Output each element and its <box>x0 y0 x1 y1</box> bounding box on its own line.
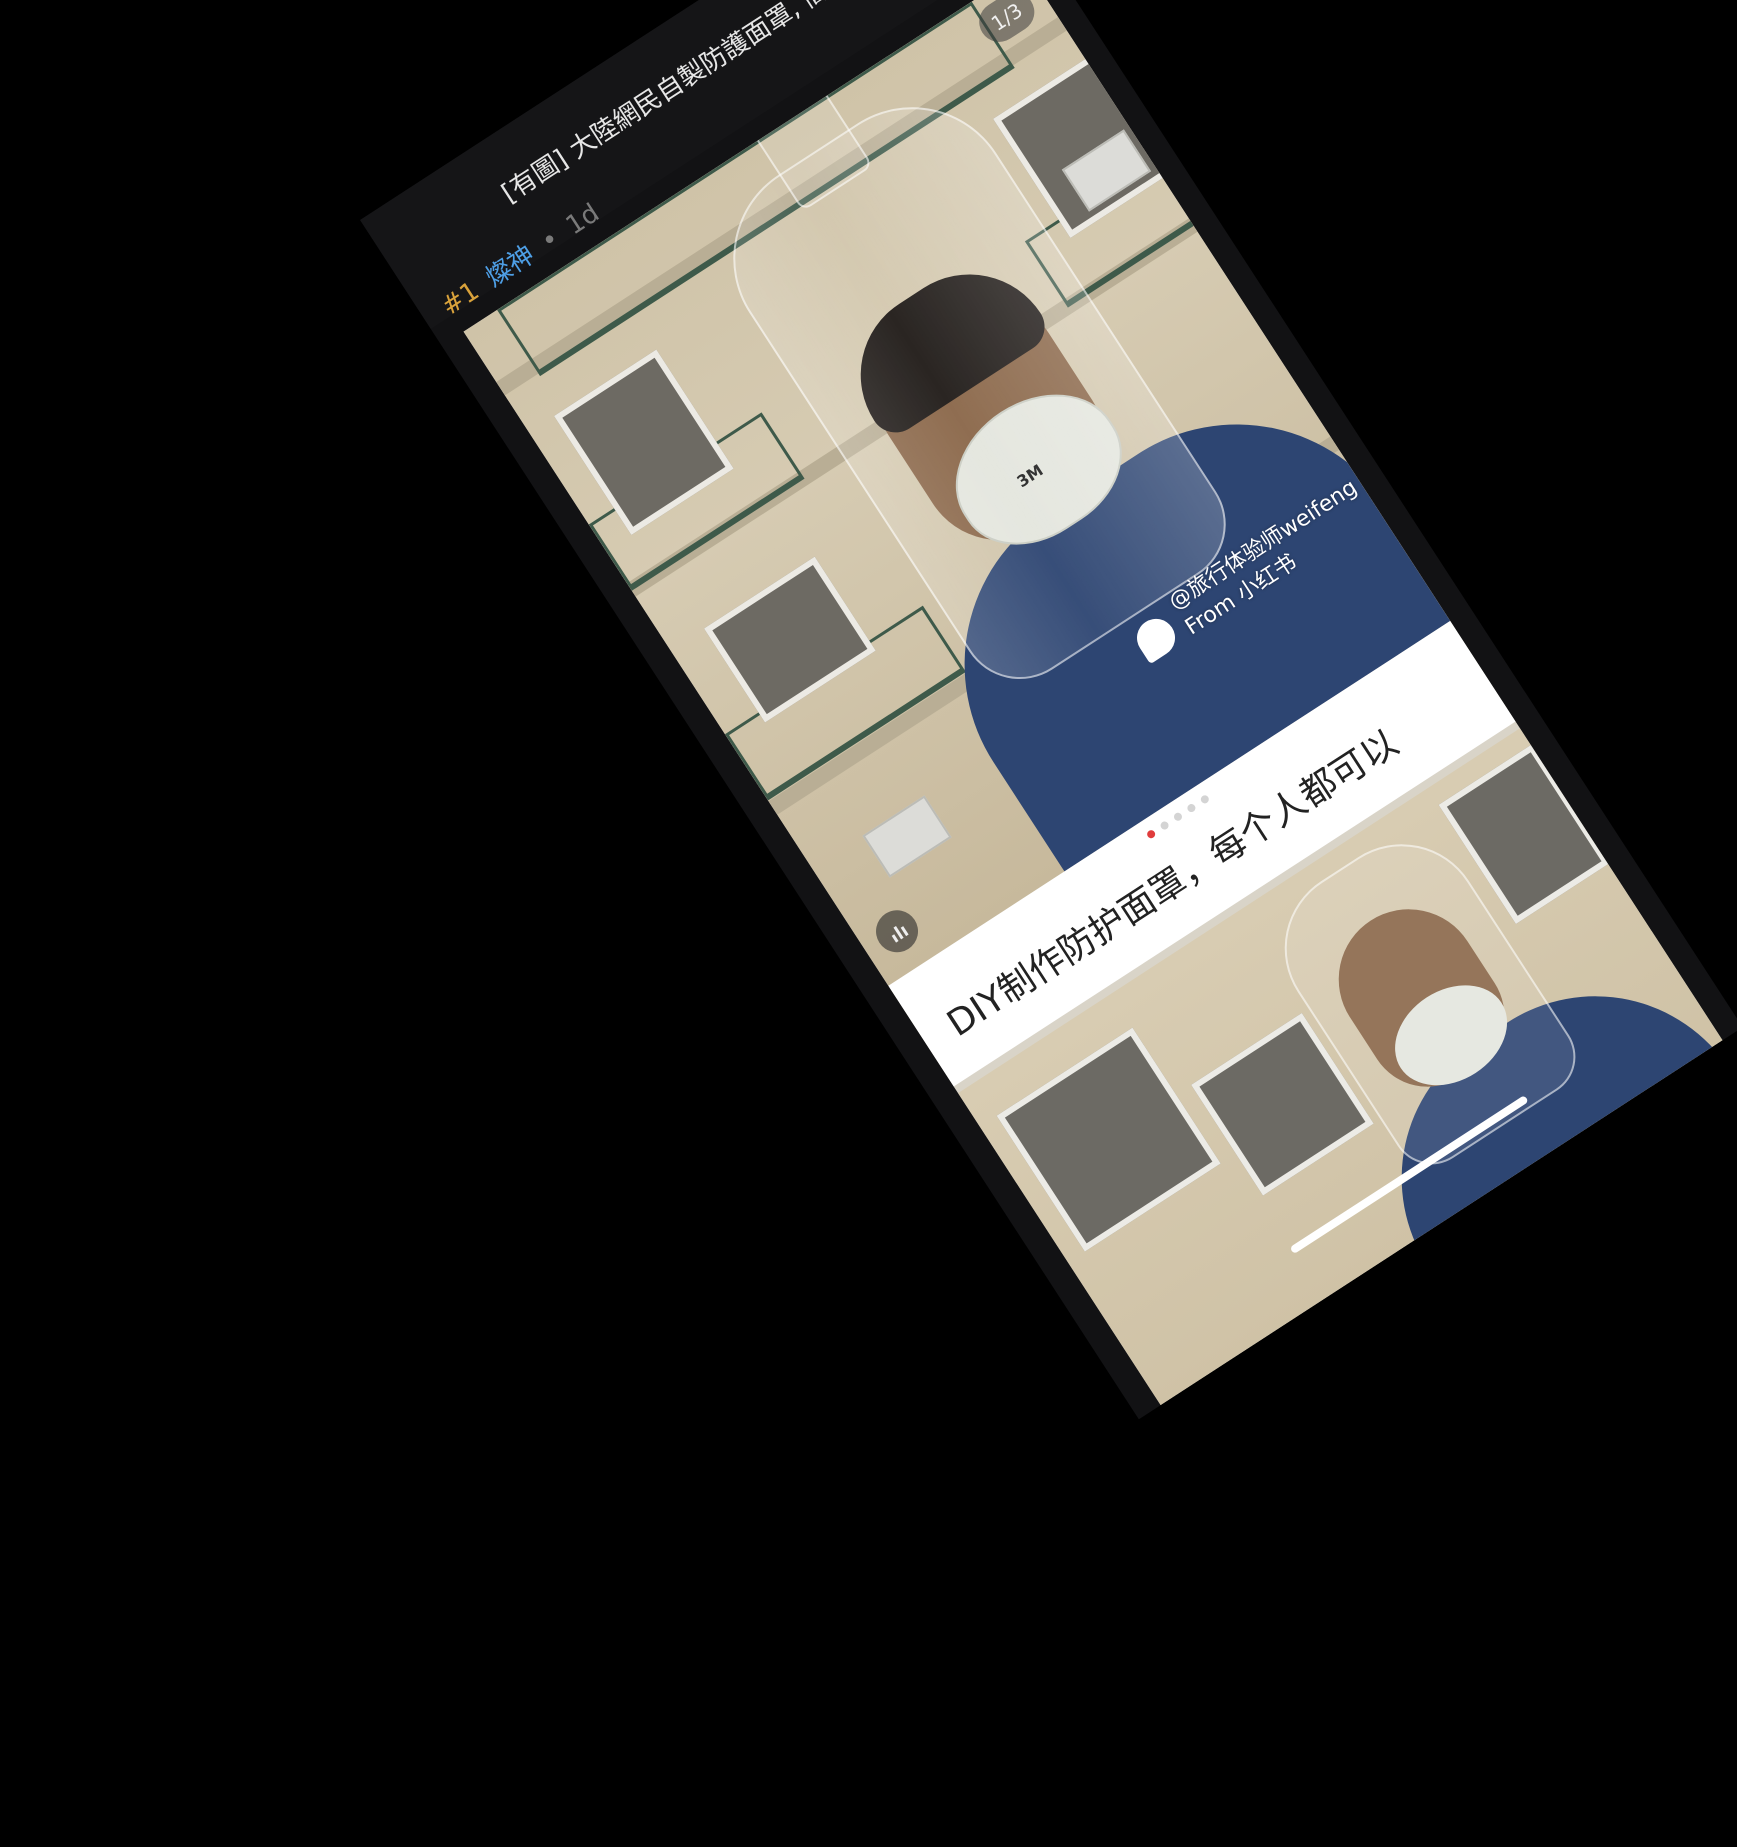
carousel-dot[interactable] <box>1199 793 1211 805</box>
phone-screen: [有圖] 大陸網民自製防護面罩, 簡易高效! #1 燦神 • 1d 1/3 @旅… <box>360 0 1737 1420</box>
floor-number: #1 <box>436 276 485 323</box>
carousel-dot[interactable] <box>1159 819 1171 832</box>
image-gallery[interactable]: 3M 1/3 @旅行体验师weifeng From 小红书 <box>463 0 1723 1406</box>
meta-separator: • <box>535 223 566 258</box>
carousel-dot[interactable] <box>1172 811 1184 823</box>
post-time: 1d <box>560 198 605 242</box>
building-window <box>996 1027 1221 1252</box>
screenshot-stage: [有圖] 大陸網民自製防護面罩, 簡易高效! #1 燦神 • 1d 1/3 @旅… <box>0 0 1737 1847</box>
air-conditioner <box>862 795 952 878</box>
carousel-dot[interactable] <box>1185 802 1197 814</box>
author-name[interactable]: 燦神 <box>480 240 540 293</box>
carousel-dot[interactable] <box>1145 828 1157 840</box>
stats-icon[interactable] <box>867 902 927 961</box>
